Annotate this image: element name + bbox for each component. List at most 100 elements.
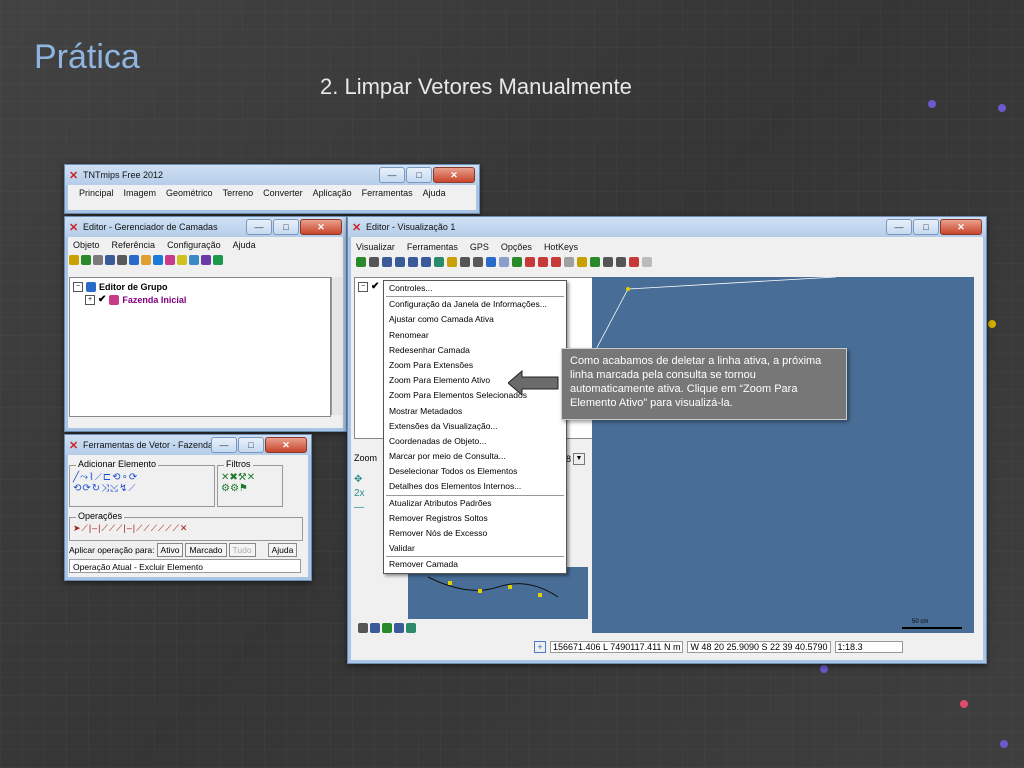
add-layer-icon[interactable] xyxy=(129,255,139,265)
menu-item-redraw[interactable]: Redesenhar Camada xyxy=(384,343,566,358)
menu-item-set-active[interactable]: Ajustar como Camada Ativa xyxy=(384,312,566,327)
undo-icon[interactable] xyxy=(629,257,639,267)
menu-imagem[interactable]: Imagem xyxy=(124,188,157,198)
menu-configuracao[interactable]: Configuração xyxy=(167,240,221,250)
zoom-out-icon[interactable] xyxy=(408,257,418,267)
menu-item-validate[interactable]: Validar xyxy=(384,541,566,556)
map-canvas[interactable]: 50 cm xyxy=(592,277,974,633)
menu-opcoes[interactable]: Opções xyxy=(501,242,532,252)
print-icon[interactable] xyxy=(473,257,483,267)
raster-icon[interactable] xyxy=(141,255,151,265)
zoom-in-icon[interactable] xyxy=(395,257,405,267)
menu-item-info-window[interactable]: Configuração da Janela de Informações... xyxy=(384,297,566,312)
vector-icon[interactable] xyxy=(153,255,163,265)
close-button[interactable]: ✕ xyxy=(265,437,307,453)
zoom-box-icon[interactable] xyxy=(421,257,431,267)
collapse-icon[interactable]: − xyxy=(73,281,83,292)
filter-tools[interactable]: ✕✖⚒✕ ⚙⚙⚑ xyxy=(218,466,282,494)
maximize-button[interactable]: □ xyxy=(273,219,299,235)
menu-referencia[interactable]: Referência xyxy=(112,240,156,250)
pencil-icon[interactable] xyxy=(69,255,79,265)
cut-icon[interactable] xyxy=(603,257,613,267)
zoom-icon[interactable] xyxy=(382,623,392,633)
map-overview[interactable] xyxy=(408,567,588,619)
menu-item-remove-records[interactable]: Remover Registros Soltos xyxy=(384,511,566,526)
shape-icon[interactable] xyxy=(189,255,199,265)
menu-item-update-attributes[interactable]: Atualizar Atributos Padrões xyxy=(384,496,566,511)
legend-icon[interactable] xyxy=(358,623,368,633)
image-icon[interactable] xyxy=(406,623,416,633)
select-icon[interactable] xyxy=(447,257,457,267)
menu-gps[interactable]: GPS xyxy=(470,242,489,252)
menu-ferramentas[interactable]: Ferramentas xyxy=(362,188,413,198)
zoom-combo[interactable]: 8 ▼ xyxy=(566,453,586,465)
apply-all-button[interactable]: Tudo xyxy=(228,543,256,557)
tin-icon[interactable] xyxy=(177,255,187,265)
menu-objeto[interactable]: Objeto xyxy=(73,240,100,250)
menu-ajuda[interactable]: Ajuda xyxy=(233,240,256,250)
help-button[interactable]: Ajuda xyxy=(267,543,298,557)
menu-ferramentas[interactable]: Ferramentas xyxy=(407,242,458,252)
menu-item-metadata[interactable]: Mostrar Metadados xyxy=(384,404,566,419)
add-layer-icon[interactable] xyxy=(486,257,496,267)
menu-converter[interactable]: Converter xyxy=(263,188,303,198)
position-icon[interactable]: + xyxy=(534,641,546,653)
binoculars-icon[interactable] xyxy=(460,257,470,267)
close-button[interactable]: ✕ xyxy=(300,219,342,235)
menu-item-deselect-all[interactable]: Deselecionar Todos os Elementos xyxy=(384,464,566,479)
maximize-button[interactable]: □ xyxy=(406,167,432,183)
menu-aplicacao[interactable]: Aplicação xyxy=(313,188,352,198)
paste-icon[interactable] xyxy=(616,257,626,267)
edit-icon[interactable] xyxy=(81,255,91,265)
vertical-scrollbar[interactable] xyxy=(331,277,342,415)
chevron-down-icon[interactable]: ▼ xyxy=(573,453,586,465)
menu-item-remove-layer[interactable]: Remover Camada xyxy=(384,557,566,572)
menu-ajuda[interactable]: Ajuda xyxy=(423,188,446,198)
menu-geometrico[interactable]: Geométrico xyxy=(166,188,213,198)
layers-icon[interactable] xyxy=(434,257,444,267)
expand-icon[interactable]: + xyxy=(85,294,95,305)
maximize-button[interactable]: □ xyxy=(238,437,264,453)
maximize-button[interactable]: □ xyxy=(913,219,939,235)
region-icon[interactable] xyxy=(201,255,211,265)
side-tools[interactable]: ✥ 2x — xyxy=(354,473,365,515)
menu-item-remove-nodes[interactable]: Remover Nós de Excesso xyxy=(384,526,566,541)
edit-icon[interactable] xyxy=(590,257,600,267)
query-icon[interactable] xyxy=(525,257,535,267)
menu-item-object-coords[interactable]: Coordenadas de Objeto... xyxy=(384,434,566,449)
stop-icon[interactable] xyxy=(538,257,548,267)
measure-icon[interactable] xyxy=(499,257,509,267)
minimize-button[interactable]: — xyxy=(886,219,912,235)
menu-principal[interactable]: Principal xyxy=(79,188,114,198)
checkmark-icon[interactable]: ✔ xyxy=(98,294,106,305)
search-icon[interactable] xyxy=(394,623,404,633)
cad-icon[interactable] xyxy=(165,255,175,265)
minimize-button[interactable]: — xyxy=(211,437,237,453)
redraw-icon[interactable] xyxy=(356,257,366,267)
pencil-icon[interactable] xyxy=(577,257,587,267)
checkmark-icon[interactable]: ✔ xyxy=(371,281,379,292)
apply-marked-button[interactable]: Marcado xyxy=(185,543,227,557)
database-icon[interactable] xyxy=(213,255,223,265)
menu-item-mark-query[interactable]: Marcar por meio de Consulta... xyxy=(384,449,566,464)
locator-icon[interactable] xyxy=(370,623,380,633)
tree-row-group[interactable]: − Editor de Grupo xyxy=(73,280,327,293)
menu-terreno[interactable]: Terreno xyxy=(223,188,254,198)
minimize-button[interactable]: — xyxy=(379,167,405,183)
pointer-icon[interactable] xyxy=(564,257,574,267)
tree-row-layer[interactable]: + ✔ Fazenda Inicial xyxy=(73,293,327,306)
full-view-icon[interactable] xyxy=(369,257,379,267)
grid-icon[interactable] xyxy=(93,255,103,265)
gps-icon[interactable] xyxy=(512,257,522,267)
pan-icon[interactable] xyxy=(382,257,392,267)
add-element-tools[interactable]: ╱⤳⌇⟋⊏⟲∘⟳ ⟲⟳↻⤨⤩↯⟋ xyxy=(70,466,214,494)
redo-icon[interactable] xyxy=(642,257,652,267)
menu-item-element-details[interactable]: Detalhes dos Elementos Internos... xyxy=(384,479,566,494)
menu-item-rename[interactable]: Renomear xyxy=(384,328,566,343)
apply-active-button[interactable]: Ativo xyxy=(156,543,184,557)
copy-icon[interactable] xyxy=(117,255,127,265)
menu-item-controls[interactable]: Controles... xyxy=(384,281,566,296)
save-icon[interactable] xyxy=(105,255,115,265)
collapse-icon[interactable]: − xyxy=(358,281,368,292)
menu-item-view-extents[interactable]: Extensões da Visualização... xyxy=(384,419,566,434)
